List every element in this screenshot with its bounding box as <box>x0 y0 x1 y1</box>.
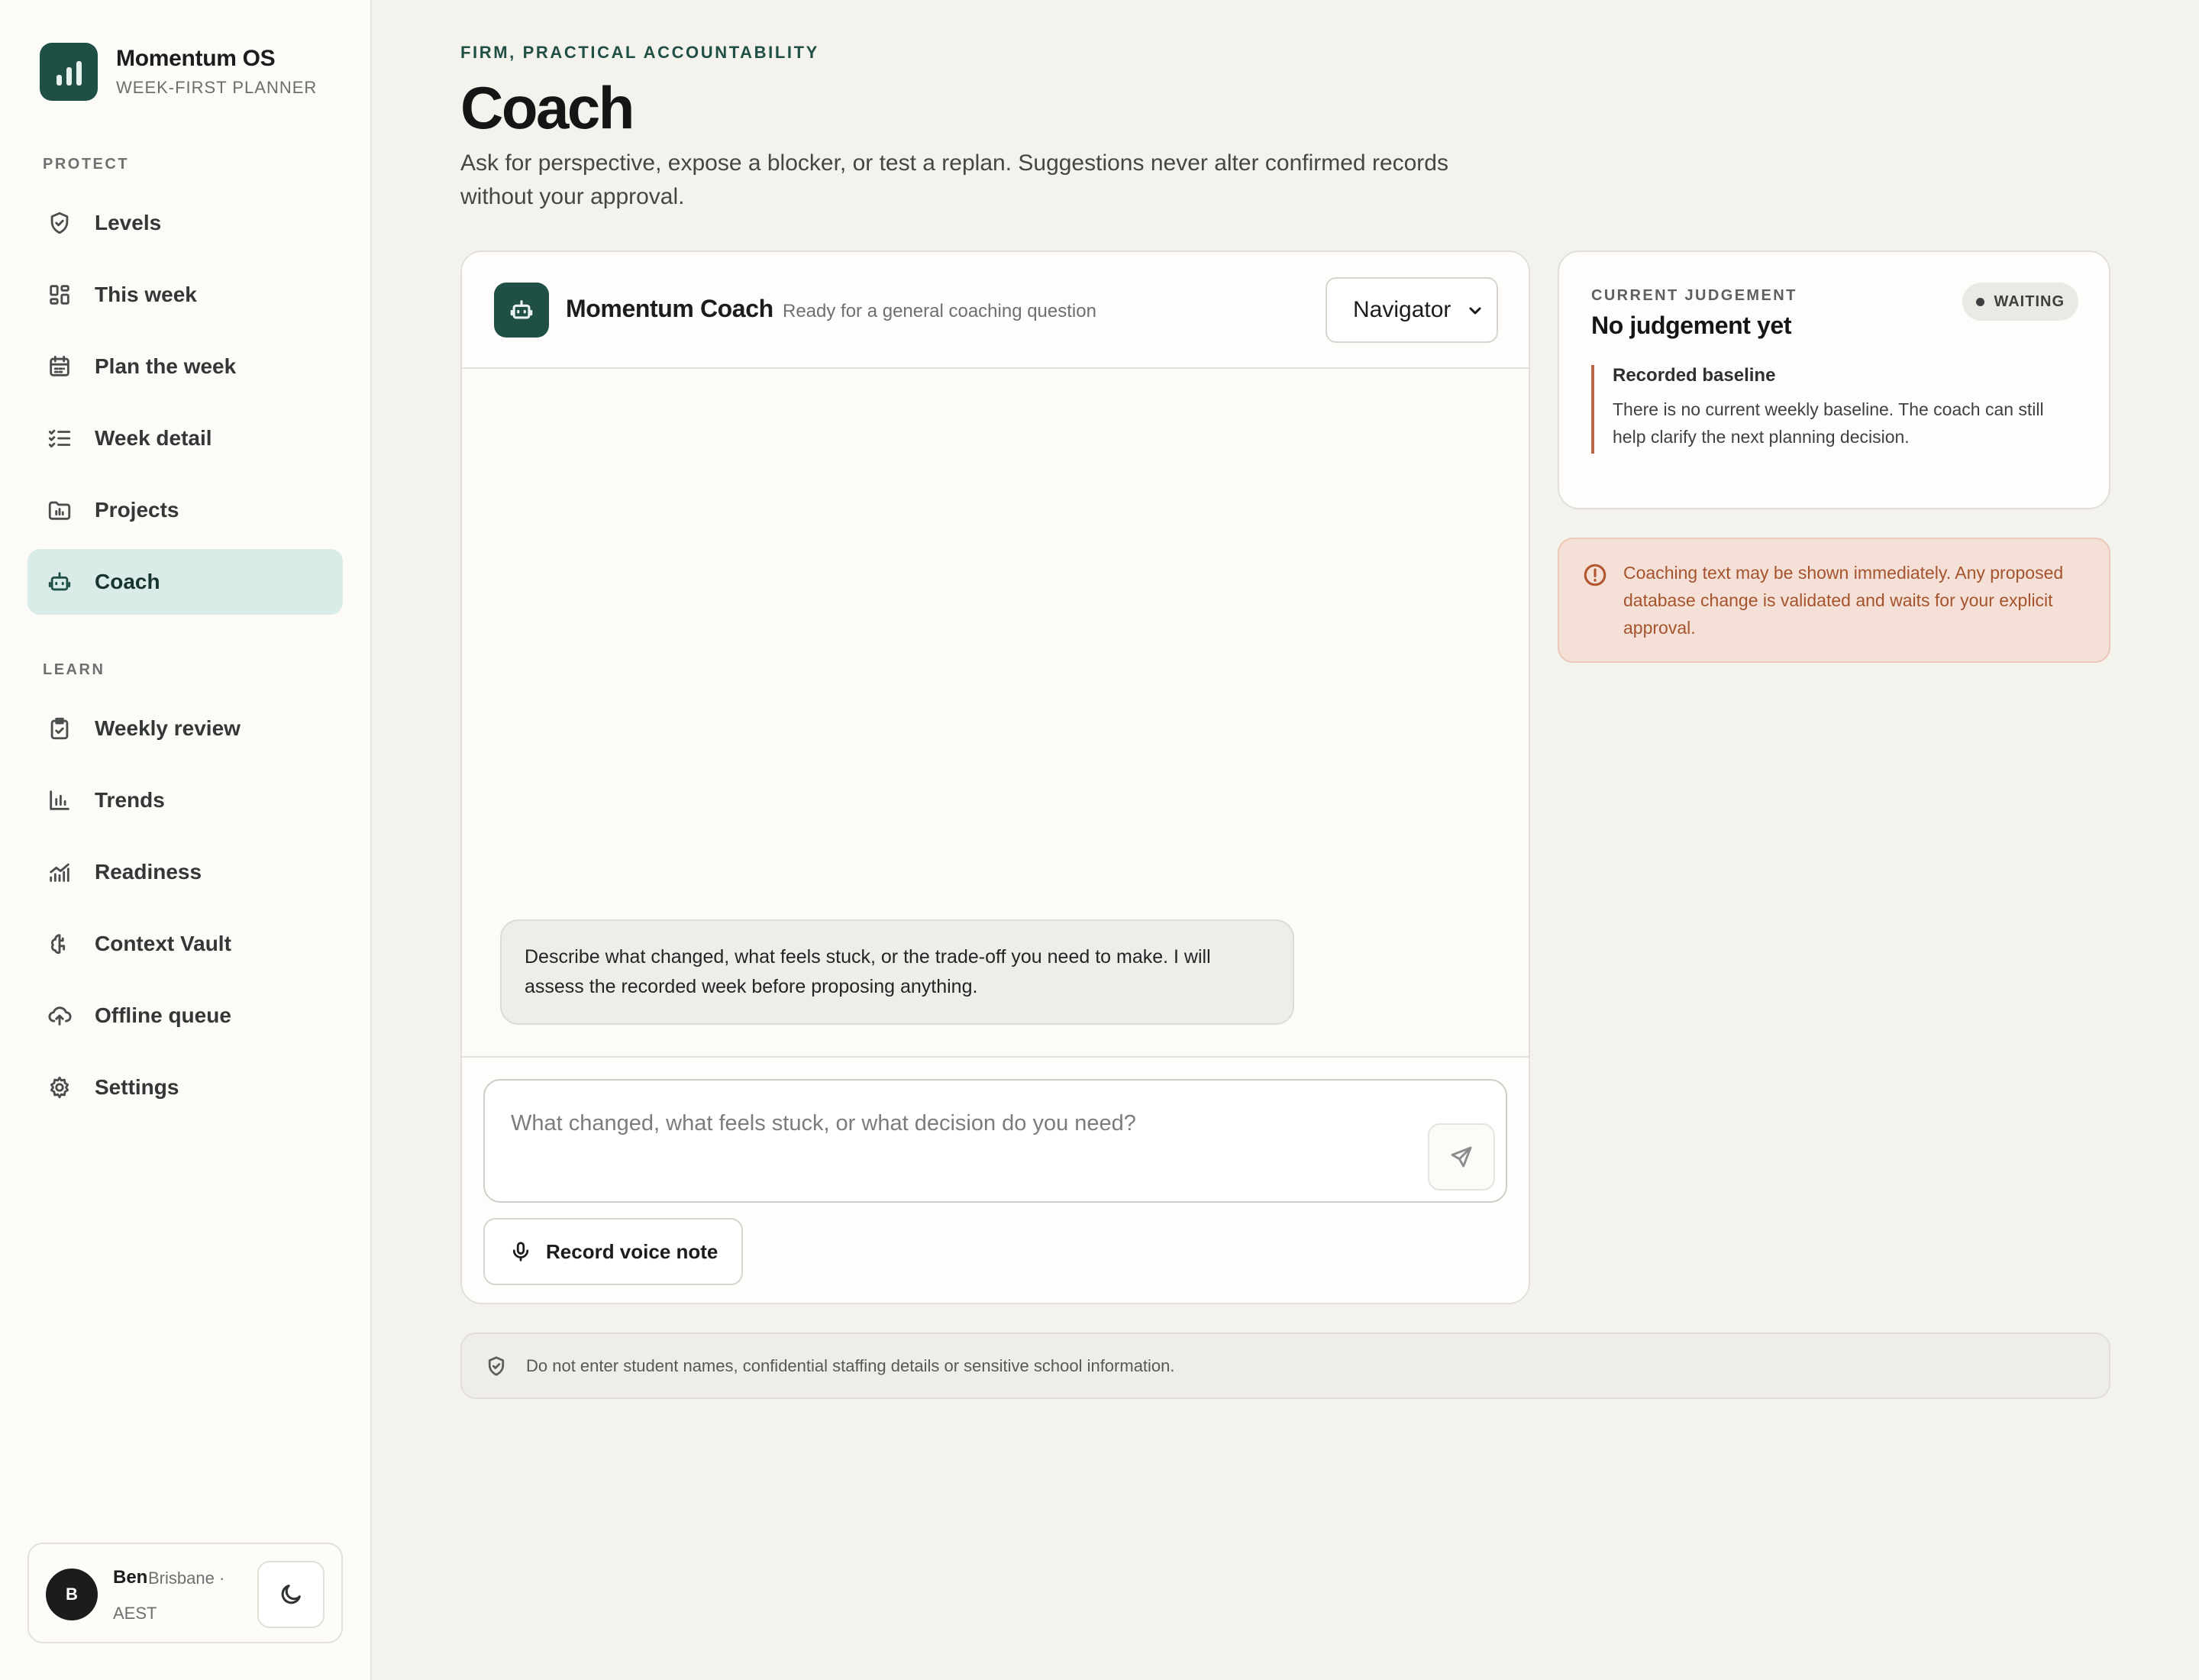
judgement-card: CURRENT JUDGEMENT No judgement yet WAITI… <box>1558 250 2110 509</box>
coach-avatar <box>494 283 549 338</box>
message-input[interactable]: What changed, what feels stuck, or what … <box>511 1111 1136 1136</box>
moon-icon <box>281 1585 301 1604</box>
theme-toggle-button[interactable] <box>257 1561 325 1628</box>
sidebar-item-label: Weekly review <box>95 716 241 740</box>
sidebar-item-label: Offline queue <box>95 1003 231 1027</box>
record-voice-note-label: Record voice note <box>546 1239 718 1263</box>
sidebar-item-weekly-review[interactable]: Weekly review <box>27 696 343 761</box>
clipboard-check-icon <box>46 715 73 742</box>
sidebar-item-label: Week detail <box>95 426 212 450</box>
baseline-text: There is no current weekly baseline. The… <box>1613 399 2044 447</box>
chevron-down-icon <box>1469 307 1481 315</box>
gear-icon <box>46 1074 73 1101</box>
shield-check-icon <box>488 1355 505 1376</box>
sidebar-item-coach[interactable]: Coach <box>27 549 343 615</box>
coach-status: Ready for a general coaching question <box>783 301 1096 321</box>
sidebar-item-offline-queue[interactable]: Offline queue <box>27 983 343 1048</box>
cloud-upload-icon <box>46 1002 73 1029</box>
coach-mode-select[interactable]: Navigator <box>1326 277 1498 343</box>
user-location: Brisbane · <box>148 1569 225 1588</box>
sidebar: Momentum OS WEEK-FIRST PLANNER PROTECT L… <box>0 0 372 1680</box>
recorded-baseline: Recorded baseline There is no current we… <box>1591 365 2080 454</box>
sidebar-item-label: Levels <box>95 211 162 234</box>
baseline-title: Recorded baseline <box>1613 365 1776 386</box>
sidebar-item-label: This week <box>95 283 197 306</box>
user-name: Ben <box>113 1567 148 1588</box>
shield-check-icon <box>46 209 73 237</box>
approval-notice: Coaching text may be shown immediately. … <box>1558 538 2110 663</box>
approval-notice-text: Coaching text may be shown immediately. … <box>1623 563 2064 638</box>
record-voice-note-button[interactable]: Record voice note <box>483 1218 743 1285</box>
section-label-protect: PROTECT <box>43 156 130 173</box>
brand-subtitle: WEEK-FIRST PLANNER <box>116 78 318 97</box>
message-composer[interactable]: What changed, what feels stuck, or what … <box>483 1079 1507 1203</box>
section-label-learn: LEARN <box>43 661 105 678</box>
chart-line-icon <box>46 858 73 886</box>
send-icon <box>1451 1146 1472 1168</box>
sidebar-item-settings[interactable]: Settings <box>27 1055 343 1120</box>
sidebar-item-label: Projects <box>95 498 179 522</box>
page-description: Ask for perspective, expose a blocker, o… <box>460 150 1448 209</box>
status-badge: WAITING <box>1962 283 2078 321</box>
status-dot-icon <box>1976 297 1985 306</box>
status-badge-label: WAITING <box>1994 292 2065 310</box>
sidebar-item-label: Readiness <box>95 860 202 884</box>
microphone-icon <box>512 1242 529 1262</box>
sidebar-item-projects[interactable]: Projects <box>27 477 343 543</box>
sidebar-item-plan-the-week[interactable]: Plan the week <box>27 334 343 399</box>
brand-name: Momentum OS <box>116 46 276 71</box>
judgement-title: No judgement yet <box>1591 312 1792 339</box>
sidebar-item-this-week[interactable]: This week <box>27 262 343 328</box>
privacy-notice: Do not enter student names, confidential… <box>460 1333 2110 1399</box>
brain-icon <box>46 930 73 958</box>
bar-chart-icon <box>46 787 73 814</box>
page-title: Coach <box>460 74 635 141</box>
user-timezone: AEST <box>113 1604 157 1623</box>
privacy-notice-text: Do not enter student names, confidential… <box>526 1355 1175 1375</box>
coach-name: Momentum Coach <box>566 295 773 322</box>
alert-circle-icon <box>1584 564 1606 586</box>
chat-panel: Momentum Coach Ready for a general coach… <box>460 250 1530 1304</box>
page-eyebrow: FIRM, PRACTICAL ACCOUNTABILITY <box>460 43 819 62</box>
folder-chart-icon <box>46 496 73 524</box>
judgement-eyebrow: CURRENT JUDGEMENT <box>1591 287 1797 304</box>
sidebar-item-label: Plan the week <box>95 354 237 378</box>
sidebar-item-label: Settings <box>95 1075 179 1099</box>
brand[interactable]: Momentum OS WEEK-FIRST PLANNER <box>40 43 317 101</box>
avatar: B <box>46 1569 98 1620</box>
sidebar-item-context-vault[interactable]: Context Vault <box>27 911 343 977</box>
layout-grid-icon <box>46 281 73 309</box>
user-card[interactable]: B Ben Brisbane · AEST <box>27 1543 343 1643</box>
sidebar-item-label: Trends <box>95 788 165 812</box>
robot-icon <box>510 300 533 319</box>
sidebar-item-label: Coach <box>95 570 160 593</box>
bar-chart-logo-icon <box>40 43 98 101</box>
checklist-icon <box>46 425 73 452</box>
sidebar-item-week-detail[interactable]: Week detail <box>27 405 343 471</box>
sidebar-item-levels[interactable]: Levels <box>27 190 343 256</box>
calendar-icon <box>46 353 73 380</box>
sidebar-item-readiness[interactable]: Readiness <box>27 839 343 905</box>
coach-mode-value: Navigator <box>1353 297 1451 322</box>
sidebar-item-trends[interactable]: Trends <box>27 767 343 833</box>
chat-header: Momentum Coach Ready for a general coach… <box>462 252 1529 369</box>
coach-message: Describe what changed, what feels stuck,… <box>500 919 1294 1025</box>
robot-icon <box>46 568 73 596</box>
sidebar-item-label: Context Vault <box>95 932 231 955</box>
composer-area: What changed, what feels stuck, or what … <box>462 1056 1529 1303</box>
send-button[interactable] <box>1428 1123 1495 1191</box>
